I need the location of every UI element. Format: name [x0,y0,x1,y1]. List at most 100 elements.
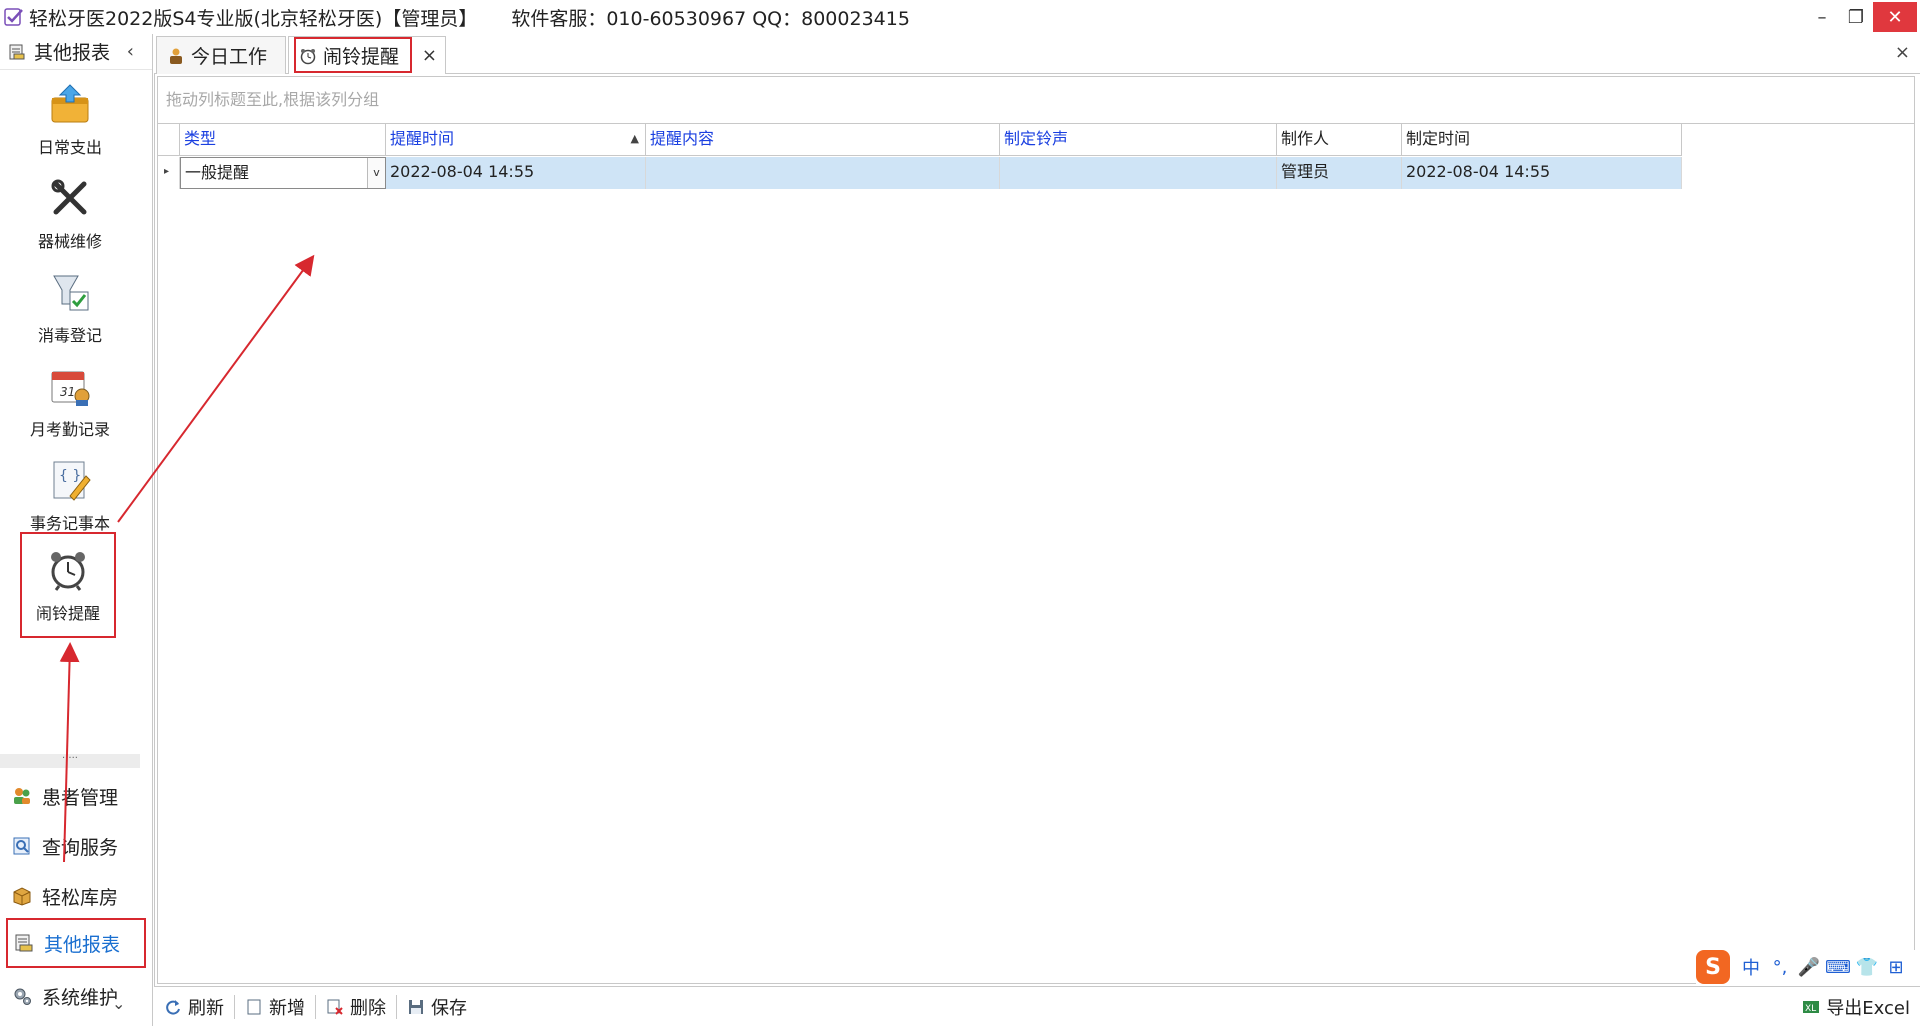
cell-content[interactable] [646,157,1000,189]
cell-maker[interactable]: 管理员 [1277,157,1402,189]
disinfect-icon [53,275,89,311]
header-indicator-col [158,124,180,156]
cell-ringtone[interactable] [1000,157,1277,189]
close-window-button[interactable]: ✕ [1873,2,1917,32]
minimize-button[interactable]: – [1805,0,1839,34]
nav-splitter[interactable]: ····· [0,754,140,768]
expense-icon [51,84,89,123]
close-all-tabs-button[interactable]: × [1895,42,1910,63]
export-label: 导出Excel [1826,997,1910,1019]
column-header-maker[interactable]: 制作人 [1277,124,1402,156]
save-icon [409,999,423,1014]
type-combobox[interactable]: 一般提醒 v [180,157,386,189]
cell-remind-time[interactable]: 2022-08-04 14:55 [386,157,646,189]
tool-label: 器械维修 [37,232,102,251]
ime-toolbar: S 中 °, 🎤 ⌨ 👕 ⊞ [1696,950,1916,984]
tool-item-notebook[interactable]: { } 事务记事本 [0,458,140,534]
bottom-toolbar: 刷新 新增 删除 保存 XL 导出Excel [154,986,1920,1026]
tab-bar: 今日工作 闹铃提醒 × × [154,34,1920,74]
nav-label: 查询服务 [42,836,119,859]
chevron-down-icon[interactable]: ⌄ [112,994,125,1013]
refresh-icon [166,999,180,1015]
reports-icon [9,44,25,59]
main-content: 拖动列标题至此,根据该列分组 类型 提醒时间 ▲ 提醒内容 制定铃声 制作人 制… [154,74,1920,986]
tool-label: 闹铃提醒 [35,604,100,623]
tool-item-attendance[interactable]: 31 月考勤记录 [0,364,140,440]
export-excel-button[interactable]: XL 导出Excel [1802,994,1910,1020]
notebook-icon: { } [53,461,91,501]
chevron-down-icon[interactable]: v [367,158,385,188]
new-doc-icon [247,999,261,1014]
cell-made-time[interactable]: 2022-08-04 14:55 [1402,157,1682,189]
tool-item-daily-expense[interactable]: 日常支出 [0,82,140,158]
column-header-label: 提醒时间 [390,129,455,148]
column-header-made-time[interactable]: 制定时间 [1402,124,1682,156]
collapse-nav-button[interactable]: ‹ [127,41,134,62]
nav-label: 轻松库房 [42,886,119,909]
tool-item-alarm-reminder[interactable]: 闹铃提醒 [20,532,116,638]
tool-item-equipment-repair[interactable]: 器械维修 [0,176,140,252]
delete-label: 删除 [350,997,386,1019]
tool-item-disinfection[interactable]: 消毒登记 [0,270,140,346]
sogou-logo-icon[interactable]: S [1696,950,1730,984]
svg-text:{ }: { } [59,468,81,484]
query-icon [13,837,30,855]
nav-item-other-reports[interactable]: 其他报表 [6,918,146,968]
delete-button[interactable]: 删除 [316,987,396,1027]
patients-icon [14,788,30,804]
save-button[interactable]: 保存 [397,987,477,1027]
window-title: 轻松牙医2022版S4专业版(北京轻松牙医)【管理员】 [29,7,478,30]
svg-text:XL: XL [1805,1004,1816,1014]
tool-label: 消毒登记 [37,326,102,345]
leftnav-header: 其他报表 ‹ [0,34,152,70]
column-header-remind-time[interactable]: 提醒时间 ▲ [386,124,646,156]
tool-label: 日常支出 [37,138,102,157]
add-button[interactable]: 新增 [235,987,315,1027]
tools-icon [51,179,87,215]
nav-item-warehouse[interactable]: 轻松库房 [10,878,145,914]
nav-item-patients[interactable]: 患者管理 [10,778,145,814]
ime-punctuation-button[interactable]: °, [1767,954,1793,980]
add-label: 新增 [269,997,305,1019]
app-logo-icon [4,8,23,26]
group-by-panel[interactable]: 拖动列标题至此,根据该列分组 [157,76,1915,124]
ime-keyboard-button[interactable]: ⌨ [1825,954,1851,980]
restore-button[interactable]: ❐ [1839,0,1873,34]
title-bar: 轻松牙医2022版S4专业版(北京轻松牙医)【管理员】 软件客服：010-605… [0,0,1920,34]
column-header-content[interactable]: 提醒内容 [646,124,1000,156]
type-value: 一般提醒 [185,163,250,182]
ime-menu-button[interactable]: ⊞ [1883,954,1909,980]
excel-icon: XL [1803,1000,1820,1014]
column-header-type[interactable]: 类型 [180,124,386,156]
sort-ascending-icon: ▲ [630,132,639,145]
refresh-label: 刷新 [188,997,224,1019]
ime-chinese-mode-button[interactable]: 中 [1738,954,1764,980]
calendar-icon: 31 [51,371,90,406]
window-controls: – ❐ ✕ [1805,0,1920,34]
tab-label: 今日工作 [191,46,268,68]
tool-label: 月考勤记录 [29,420,110,439]
nav-label: 患者管理 [42,786,119,809]
column-header-ringtone[interactable]: 制定铃声 [1000,124,1277,156]
alarm-clock-icon [51,552,85,591]
reminder-grid: 类型 提醒时间 ▲ 提醒内容 制定铃声 制作人 制定时间 ▸ 一般提醒 v 20… [157,124,1915,984]
save-label: 保存 [431,997,467,1019]
ime-skin-button[interactable]: 👕 [1854,954,1880,980]
nav-label: 其他报表 [44,933,121,956]
table-row[interactable]: ▸ 一般提醒 v 2022-08-04 14:55 管理员 2022-08-04… [158,157,1682,189]
tab-today-work[interactable]: 今日工作 [156,36,286,74]
leftnav-header-label: 其他报表 [34,42,111,64]
tab-annotation-box [294,37,412,73]
row-indicator-icon: ▸ [158,157,180,189]
reports-icon [15,934,33,952]
gear-icon [14,988,31,1005]
refresh-button[interactable]: 刷新 [154,987,234,1027]
delete-icon [327,999,343,1015]
tab-alarm-reminder[interactable]: 闹铃提醒 × [288,36,446,74]
tool-label: 事务记事本 [29,514,110,533]
nav-item-query[interactable]: 查询服务 [10,828,145,864]
tab-close-button[interactable]: × [422,45,437,66]
svg-text:31: 31 [60,385,75,399]
service-contact: 软件客服：010-60530967 QQ：800023415 [511,7,910,30]
ime-voice-button[interactable]: 🎤 [1796,954,1822,980]
